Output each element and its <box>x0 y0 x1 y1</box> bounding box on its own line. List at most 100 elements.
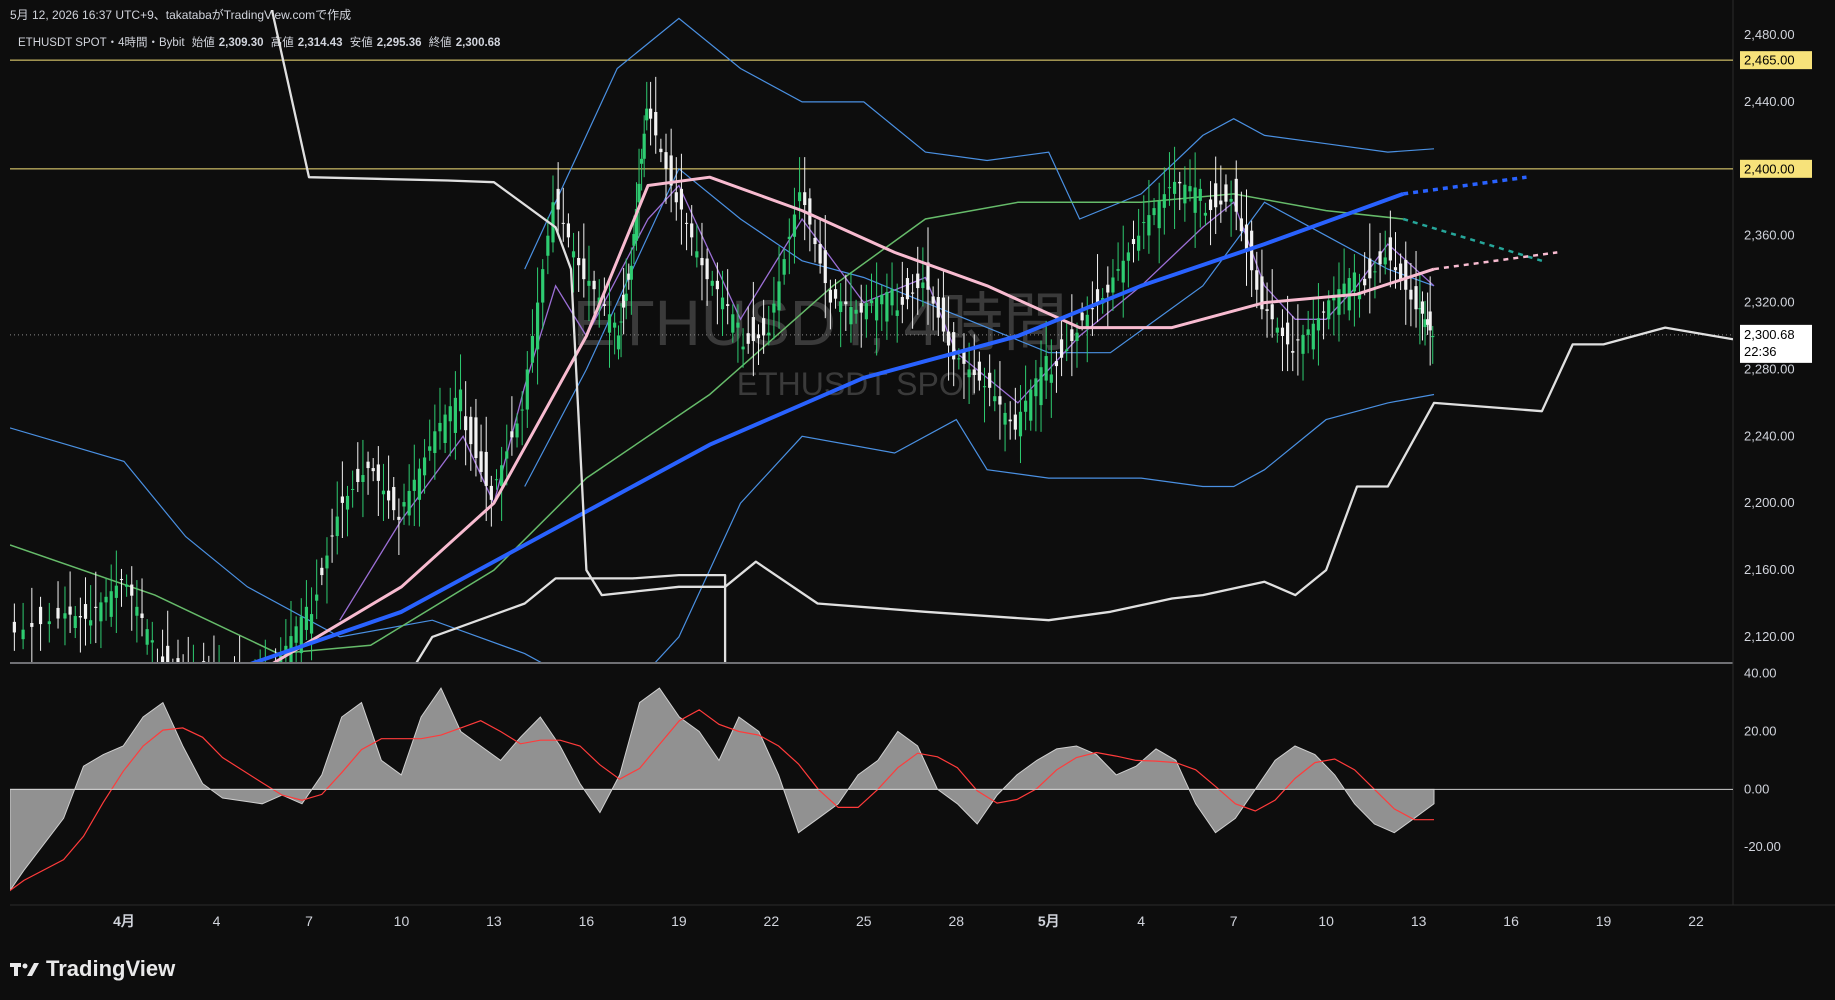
candle-body <box>109 591 113 617</box>
candle-body <box>587 280 591 286</box>
candle-body <box>1409 289 1413 300</box>
candle-body <box>649 108 653 119</box>
candle-body <box>223 673 226 681</box>
candle-body <box>500 465 504 486</box>
candle-body <box>813 237 817 245</box>
candle-body <box>192 680 195 685</box>
candle-body <box>844 301 848 305</box>
candle-body <box>690 223 694 238</box>
candle-body <box>145 629 149 645</box>
candle-body <box>259 676 262 677</box>
time-tick-label: 22 <box>764 913 780 929</box>
green-projection-line <box>1402 217 1543 262</box>
candle-body <box>664 152 668 169</box>
candle-body <box>351 488 355 490</box>
candle-body <box>1075 332 1079 342</box>
candle-body <box>808 198 812 225</box>
candle-body <box>715 280 719 290</box>
candle-body <box>1198 188 1202 201</box>
candle-body <box>982 386 987 388</box>
time-tick-label: 16 <box>579 913 595 929</box>
candle-body <box>792 214 797 237</box>
candle-body <box>1275 327 1279 333</box>
candle-body <box>916 273 920 289</box>
candle-body <box>700 257 704 266</box>
tradingview-wordmark: TradingView <box>46 956 176 981</box>
candle-body <box>1234 178 1238 212</box>
candle-body <box>397 516 401 520</box>
candle-body <box>731 314 735 333</box>
candle-body <box>1121 260 1125 283</box>
candle-body <box>1399 263 1403 280</box>
time-tick-label: 25 <box>856 913 872 929</box>
candle-body <box>818 244 822 264</box>
watermark-sub: ETHUSDT SPOT <box>737 366 984 402</box>
oscillator-tick-label: 0.00 <box>1744 781 1769 796</box>
candle-body <box>1214 183 1218 208</box>
candle-body <box>921 282 925 289</box>
candle-body <box>438 422 442 432</box>
price-chart[interactable]: ETHUSDT, 4時間 ETHUSDT SPOT 2,480.002,440.… <box>0 0 1835 1000</box>
candle-body <box>684 222 689 224</box>
candle-body <box>977 361 981 381</box>
candle-body <box>1244 224 1249 251</box>
candle-body <box>607 314 612 333</box>
candle-body <box>1316 318 1321 331</box>
oscillator-tick-label: 40.00 <box>1744 666 1777 681</box>
candle-body <box>1208 199 1213 211</box>
candle-body <box>489 485 493 500</box>
candle-body <box>1162 194 1166 208</box>
time-tick-label: 16 <box>1503 913 1519 929</box>
candle-body <box>1352 272 1356 292</box>
candle-body <box>197 673 200 681</box>
candle-body <box>1203 212 1208 216</box>
candle-body <box>828 289 833 303</box>
candle-body <box>1070 329 1074 342</box>
candle-body <box>803 192 807 206</box>
candle-body <box>356 468 360 483</box>
candle-body <box>530 336 535 363</box>
candle-body <box>1111 277 1115 293</box>
candle-body <box>422 457 427 476</box>
price-tick-label: 2,240.00 <box>1744 428 1795 443</box>
candle-body <box>998 396 1002 405</box>
candle-body <box>839 301 843 313</box>
candle-body <box>616 335 621 350</box>
candle-body <box>1404 259 1408 290</box>
candle-body <box>1137 235 1141 251</box>
candle-body <box>1414 286 1418 310</box>
candle-body <box>140 613 144 618</box>
candle-body <box>1368 258 1372 279</box>
candle-body <box>21 629 25 640</box>
candle-body <box>520 409 524 411</box>
time-tick-label: 4 <box>213 913 221 929</box>
time-tick-label: 5月 <box>1038 913 1060 929</box>
candle-body <box>967 369 971 378</box>
candle-body <box>957 358 961 360</box>
candle-body <box>613 322 617 328</box>
main-series-group <box>10 10 1733 695</box>
candle-body <box>1106 284 1110 293</box>
candle-body <box>849 307 853 325</box>
candle-body <box>99 602 103 622</box>
candle-body <box>988 372 992 388</box>
candle-body <box>119 578 124 581</box>
candle-body <box>130 584 134 596</box>
price-tick-label: 2,480.00 <box>1744 27 1795 42</box>
candle-body <box>515 423 519 438</box>
candle-body <box>1393 267 1398 271</box>
candle-body <box>228 683 231 695</box>
candle-body <box>1280 327 1285 336</box>
candle-body <box>1029 389 1033 421</box>
candle-body <box>566 223 571 238</box>
candle-body <box>890 289 894 306</box>
tradingview-brand[interactable]: TradingView <box>10 956 175 982</box>
time-tick-label: 22 <box>1688 913 1704 929</box>
candle-body <box>1239 218 1243 232</box>
time-tick-label: 19 <box>1596 913 1612 929</box>
candle-body <box>1090 308 1094 310</box>
candle-body <box>479 451 483 472</box>
candle-body <box>1116 269 1120 271</box>
candle-body <box>78 616 82 618</box>
price-tick-label: 2,440.00 <box>1744 94 1795 109</box>
